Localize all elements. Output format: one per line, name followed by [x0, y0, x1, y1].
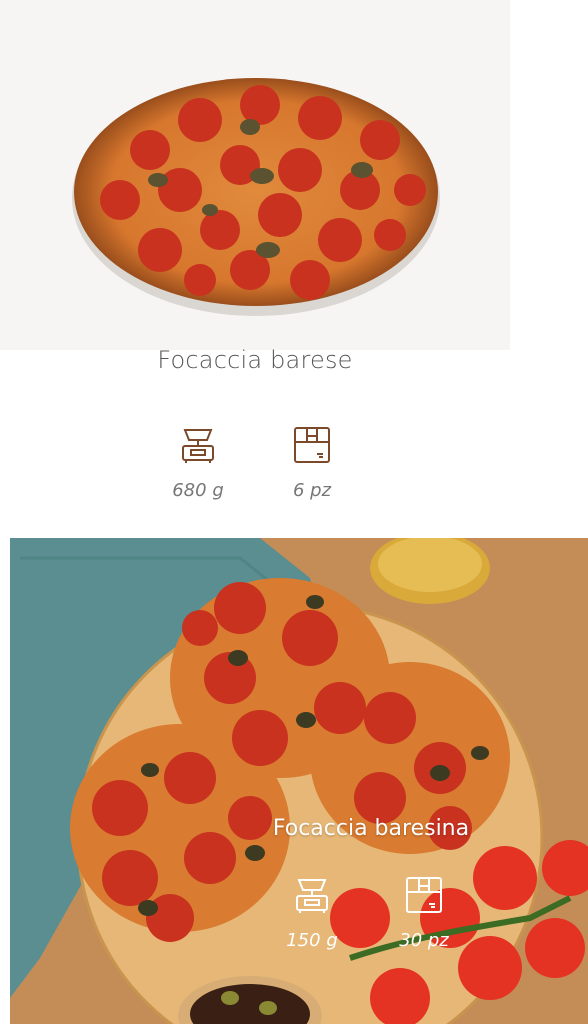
scale-icon: [177, 424, 219, 466]
product-card-focaccia-baresina[interactable]: Focaccia baresina 150 g 30 pz: [10, 538, 588, 1024]
box-icon: [403, 874, 445, 916]
pieces-spec: 6 pz: [272, 424, 352, 501]
product-card-focaccia-barese[interactable]: Focaccia barese 680 g 6 pz: [0, 0, 588, 530]
product-image-focaccia-baresina: [10, 538, 588, 1024]
weight-value: 680 g: [172, 480, 224, 501]
box-icon: [291, 424, 333, 466]
pieces-spec: 30 pz: [384, 874, 464, 951]
weight-value: 150 g: [286, 930, 338, 951]
weight-spec: 680 g: [158, 424, 238, 501]
product-title: Focaccia baresina: [272, 816, 470, 841]
pieces-value: 30 pz: [399, 930, 449, 951]
scale-icon: [291, 874, 333, 916]
weight-spec: 150 g: [272, 874, 352, 951]
pieces-value: 6 pz: [292, 480, 332, 501]
product-image-focaccia-barese[interactable]: [0, 0, 510, 350]
product-title: Focaccia barese: [157, 346, 353, 374]
